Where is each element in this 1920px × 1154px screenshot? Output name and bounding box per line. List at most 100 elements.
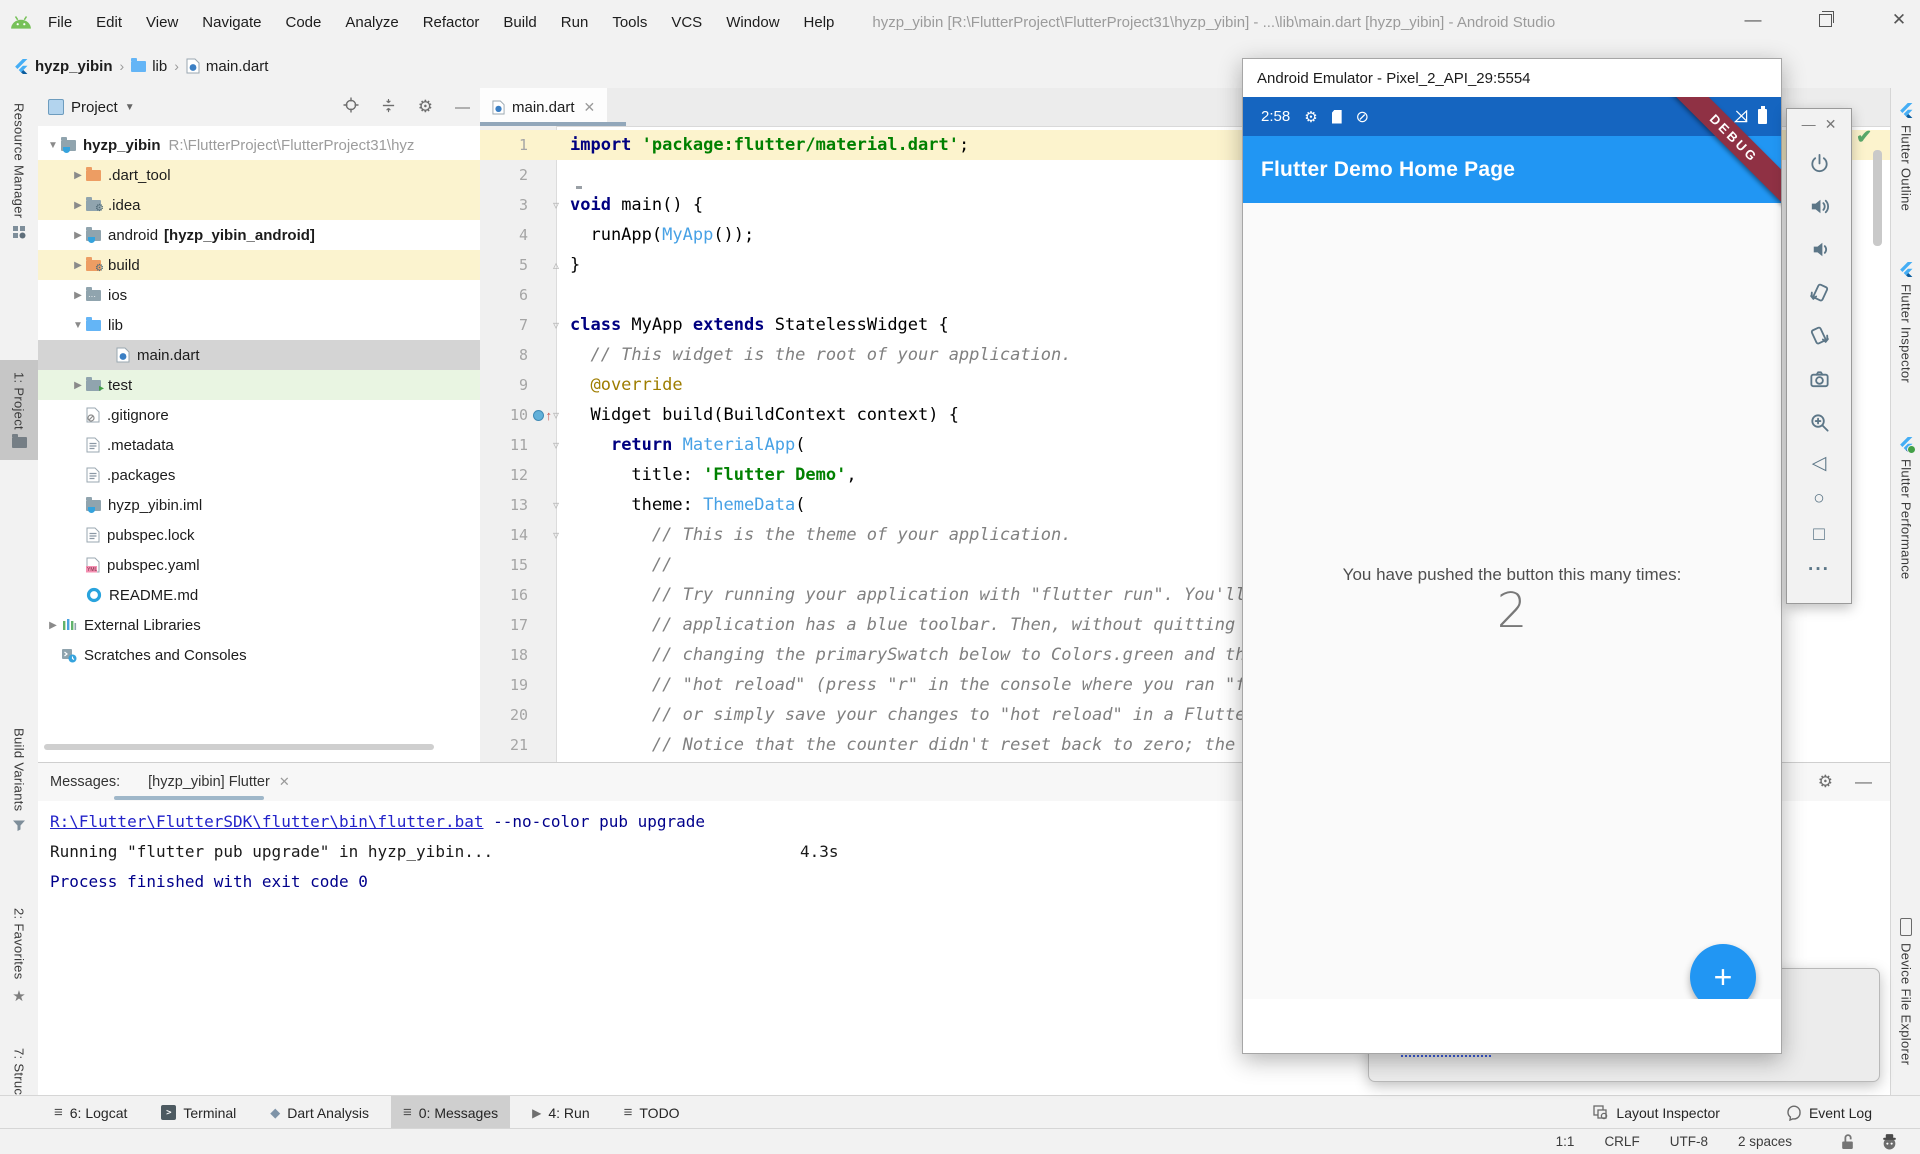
tab-close-icon[interactable]: ✕	[584, 99, 596, 116]
fold-marker-icon[interactable]: ▿	[553, 408, 559, 422]
emulator-zoom-button[interactable]	[1808, 411, 1831, 439]
emulator-screenshot-button[interactable]	[1808, 368, 1831, 396]
menu-item-analyze[interactable]: Analyze	[333, 14, 410, 31]
emulator-volume-up-button[interactable]	[1808, 195, 1831, 223]
status-item-UTF-8[interactable]: UTF-8	[1670, 1134, 1708, 1149]
menu-item-build[interactable]: Build	[491, 14, 548, 31]
tree-right-arrow-icon[interactable]: ▶	[70, 170, 86, 181]
tree-down-arrow-icon[interactable]: ▼	[45, 140, 61, 151]
tree-right-arrow-icon[interactable]: ▶	[70, 260, 86, 271]
sidebar-item-device-file-explorer[interactable]: Device File Explorer	[1891, 918, 1920, 1065]
tab-close-icon[interactable]: ✕	[279, 774, 290, 790]
tree-item-main-dart[interactable]: main.dart	[38, 340, 480, 370]
tree-item--dart_tool[interactable]: ▶.dart_tool	[38, 160, 480, 190]
tree-item-ios[interactable]: ▶ios	[38, 280, 480, 310]
tree-right-arrow-icon[interactable]: ▶	[70, 230, 86, 241]
emulator-more-button[interactable]: ···	[1808, 560, 1830, 580]
tree-item-hyzp_yibin[interactable]: ▼hyzp_yibinR:\FlutterProject\FlutterProj…	[38, 130, 480, 160]
tree-item-README-md[interactable]: README.md	[38, 580, 480, 610]
sidebar-item-build-variants[interactable]: Build Variants	[0, 728, 38, 832]
tree-item-External-Libraries[interactable]: ▶External Libraries	[38, 610, 480, 640]
tree-item-lib[interactable]: ▼lib	[38, 310, 480, 340]
status-item-CRLF[interactable]: CRLF	[1604, 1134, 1639, 1149]
horizontal-scrollbar[interactable]	[44, 744, 434, 750]
tree-right-arrow-icon[interactable]: ▶	[70, 380, 86, 391]
tree-item--packages[interactable]: .packages	[38, 460, 480, 490]
tree-item-pubspec-lock[interactable]: pubspec.lock	[38, 520, 480, 550]
menu-item-window[interactable]: Window	[714, 14, 791, 31]
emulator-close-icon[interactable]: ✕	[1825, 116, 1837, 133]
menu-item-view[interactable]: View	[134, 14, 190, 31]
tool-button-TODO[interactable]: ≡TODO	[612, 1096, 692, 1129]
menu-item-code[interactable]: Code	[273, 14, 333, 31]
collapse-all-button[interactable]	[381, 98, 396, 117]
tool-button-Event-Log[interactable]: Event Log	[1774, 1096, 1884, 1129]
sidebar-item-1-project[interactable]: 1: Project	[0, 360, 38, 460]
tree-right-arrow-icon[interactable]: ▶	[70, 290, 86, 301]
emulator-power-button[interactable]	[1808, 152, 1831, 180]
breadcrumb-item-hyzp_yibin[interactable]: hyzp_yibin	[14, 58, 113, 75]
menu-item-edit[interactable]: Edit	[84, 14, 134, 31]
tree-item-build[interactable]: ▶build	[38, 250, 480, 280]
tool-button-6-Logcat[interactable]: ≡6: Logcat	[42, 1096, 139, 1129]
tree-down-arrow-icon[interactable]: ▼	[70, 320, 86, 331]
tool-button-Dart-Analysis[interactable]: ◆Dart Analysis	[258, 1096, 381, 1129]
menu-item-vcs[interactable]: VCS	[659, 14, 714, 31]
window-close-button[interactable]: ✕	[1886, 6, 1912, 34]
minimize-panel-icon[interactable]: —	[1855, 772, 1872, 792]
sidebar-item-resource-manager[interactable]: Resource Manager	[0, 103, 38, 239]
tool-button-4-Run[interactable]: ▶4: Run	[520, 1096, 601, 1129]
fold-marker-icon[interactable]: ▿	[553, 318, 559, 332]
emulator-overview-outline-button[interactable]: □	[1813, 525, 1824, 545]
sidebar-item-flutter-performance[interactable]: Flutter Performance	[1891, 437, 1920, 580]
emulator-rotate-left-button[interactable]	[1808, 282, 1831, 310]
tree-item-test[interactable]: ▶test	[38, 370, 480, 400]
menu-item-help[interactable]: Help	[792, 14, 847, 31]
ide-errors-icon[interactable]	[1881, 1133, 1898, 1150]
fold-marker-icon[interactable]: ▿	[553, 498, 559, 512]
tree-item-pubspec-yaml[interactable]: YMLpubspec.yaml	[38, 550, 480, 580]
tool-button-0-Messages[interactable]: ≡0: Messages	[391, 1096, 510, 1129]
tree-item-android[interactable]: ▶android[hyzp_yibin_android]	[38, 220, 480, 250]
console-link[interactable]: R:\Flutter\FlutterSDK\flutter\bin\flutte…	[50, 812, 483, 831]
emulator-home-outline-button[interactable]: ○	[1813, 489, 1824, 509]
increment-fab-button[interactable]: +	[1690, 944, 1756, 999]
emulator-minimize-icon[interactable]: —	[1802, 116, 1816, 132]
emulator-screen[interactable]: DEBUG 2:58 ⚙ ⊘ Flutter Demo Home Page Yo…	[1243, 97, 1781, 999]
fold-marker-icon[interactable]: ▿	[553, 528, 559, 542]
settings-button[interactable]: ⚙	[418, 97, 433, 117]
tree-item--idea[interactable]: ▶.idea	[38, 190, 480, 220]
breadcrumb-item-main-dart[interactable]: main.dart	[186, 58, 269, 75]
sidebar-item-7-structure[interactable]: 7: Structure	[0, 1048, 38, 1095]
sidebar-item-2-favorites[interactable]: 2: Favorites★	[0, 908, 38, 1005]
chevron-down-icon[interactable]: ▼	[125, 102, 135, 113]
tree-right-arrow-icon[interactable]: ▶	[70, 200, 86, 211]
messages-tab-flutter[interactable]: [hyzp_yibin] Flutter ✕	[148, 774, 290, 790]
menu-item-refactor[interactable]: Refactor	[411, 14, 492, 31]
emulator-rotate-right-button[interactable]	[1808, 325, 1831, 353]
unlock-icon[interactable]	[1840, 1133, 1855, 1150]
emulator-volume-down-button[interactable]	[1808, 238, 1831, 266]
fold-marker-icon[interactable]: ▿	[553, 438, 559, 452]
fold-marker-icon[interactable]: ▿	[553, 198, 559, 212]
settings-gear-icon[interactable]: ⚙	[1818, 772, 1833, 792]
menu-item-file[interactable]: File	[36, 14, 84, 31]
tool-button-Terminal[interactable]: >Terminal	[149, 1096, 248, 1129]
editor-scrollbar[interactable]	[1873, 150, 1882, 246]
menu-item-navigate[interactable]: Navigate	[190, 14, 273, 31]
project-panel-title[interactable]: Project	[71, 99, 118, 116]
tree-item-hyzp_yibin-iml[interactable]: hyzp_yibin.iml	[38, 490, 480, 520]
sidebar-item-flutter-outline[interactable]: Flutter Outline	[1891, 103, 1920, 211]
tree-item--metadata[interactable]: .metadata	[38, 430, 480, 460]
tree-right-arrow-icon[interactable]: ▶	[45, 620, 61, 631]
breadcrumb-item-lib[interactable]: lib	[131, 58, 167, 75]
status-item-1-1[interactable]: 1:1	[1556, 1134, 1575, 1149]
sidebar-item-flutter-inspector[interactable]: Flutter Inspector	[1891, 262, 1920, 383]
status-item-2-spaces[interactable]: 2 spaces	[1738, 1134, 1792, 1149]
hide-button[interactable]: —	[455, 99, 470, 116]
menu-item-run[interactable]: Run	[549, 14, 601, 31]
tool-button-Layout-Inspector[interactable]: Layout Inspector	[1581, 1096, 1732, 1129]
window-minimize-button[interactable]: —	[1740, 6, 1766, 34]
locate-button[interactable]	[343, 97, 359, 117]
menu-item-tools[interactable]: Tools	[600, 14, 659, 31]
